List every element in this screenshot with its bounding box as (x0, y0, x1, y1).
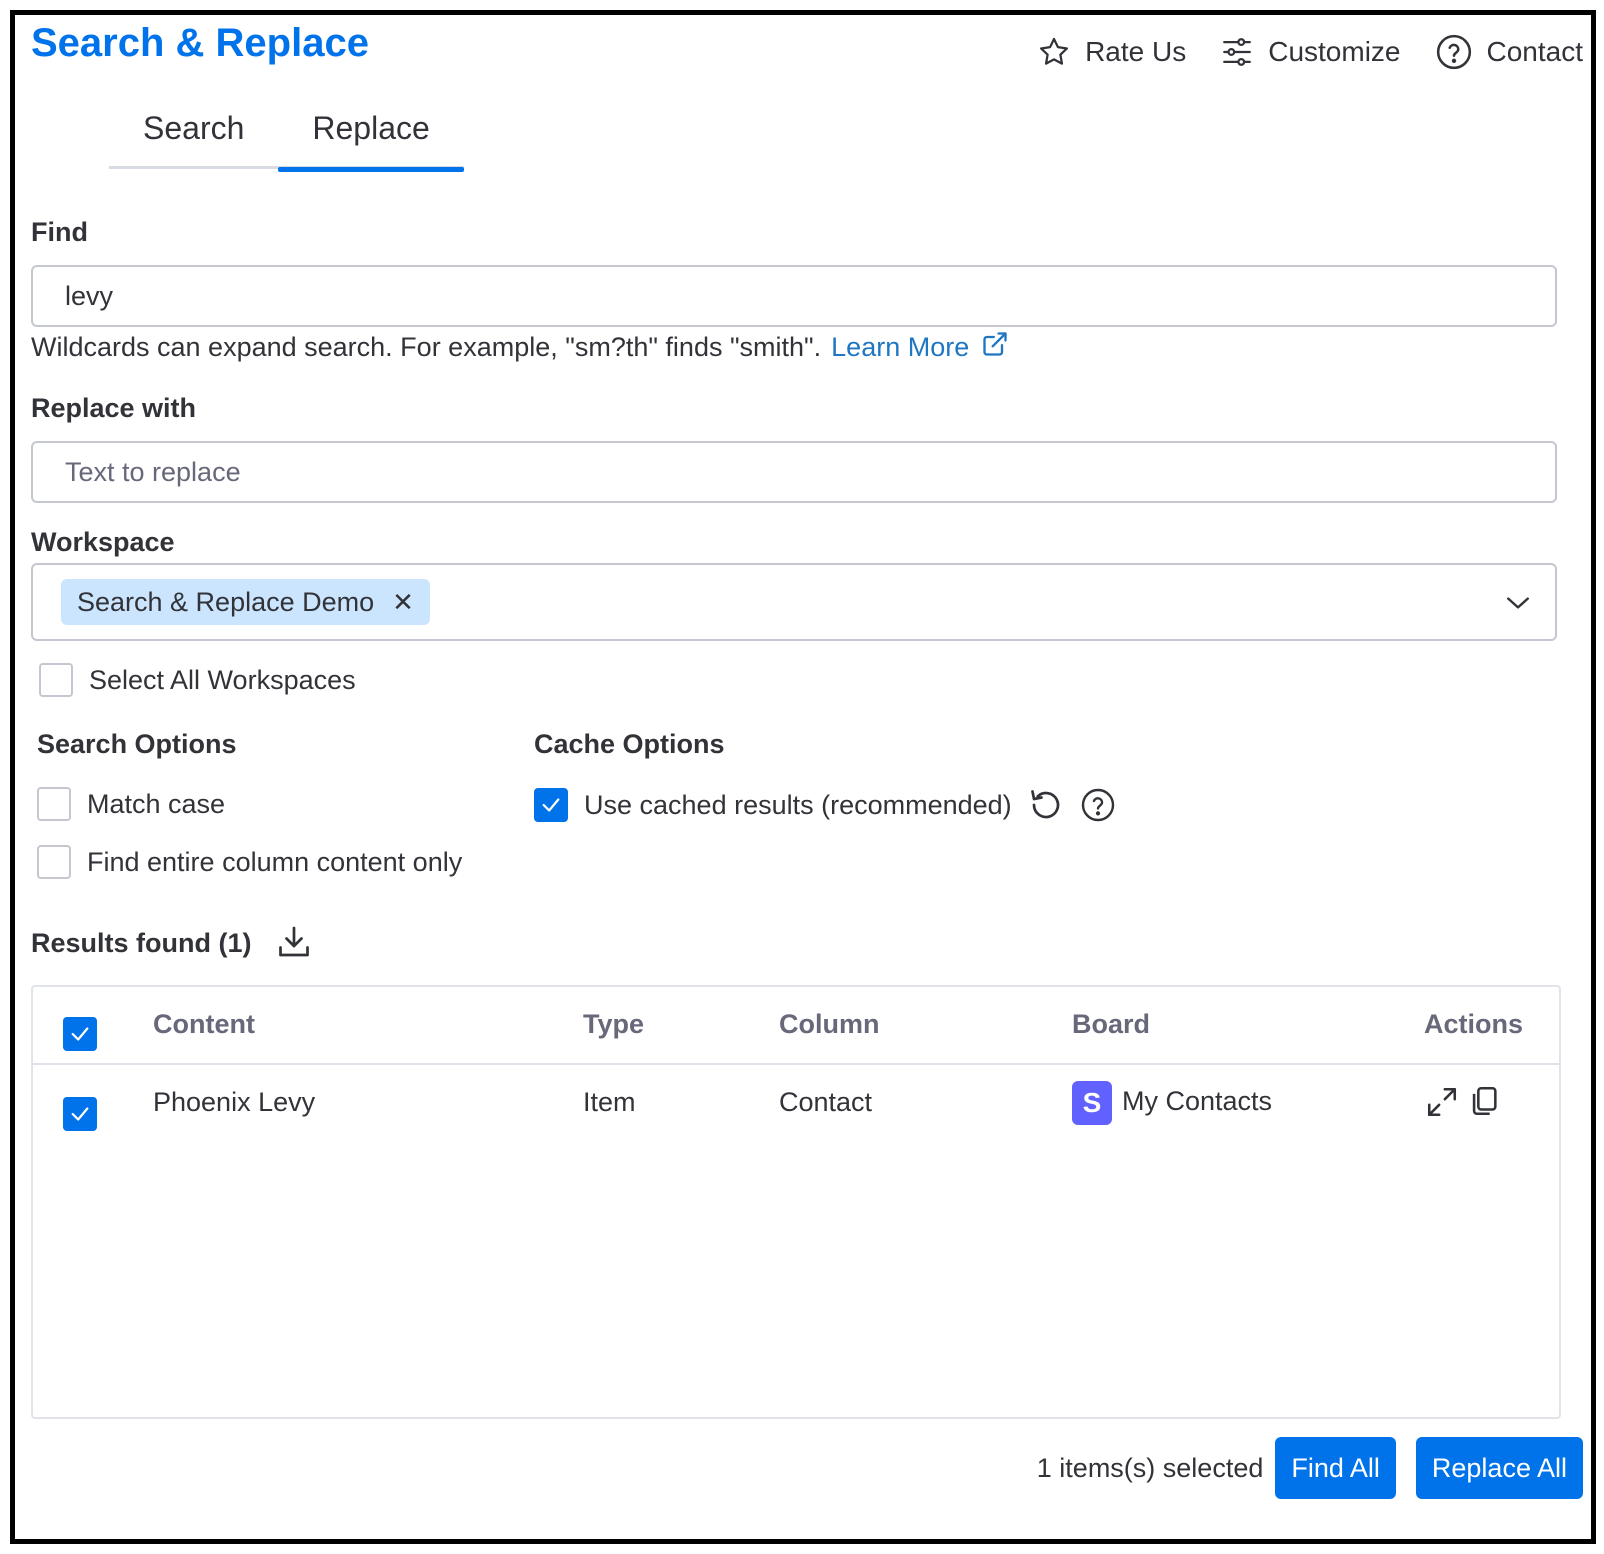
use-cached-checkbox[interactable] (534, 788, 568, 822)
replace-input[interactable] (31, 441, 1557, 503)
rate-us-link[interactable]: Rate Us (1037, 35, 1186, 69)
find-hint-text: Wildcards can expand search. For example… (31, 332, 822, 362)
learn-more-label: Learn More (831, 332, 970, 362)
replace-label: Replace with (31, 393, 197, 423)
cell-board[interactable]: S My Contacts (1072, 1081, 1272, 1125)
app-title: Search & Replace (31, 21, 369, 65)
cell-type: Item (583, 1087, 636, 1117)
row-checkbox[interactable] (63, 1097, 97, 1131)
find-all-button[interactable]: Find All (1275, 1437, 1396, 1499)
download-icon[interactable] (276, 925, 312, 961)
select-all-results-checkbox[interactable] (63, 1017, 97, 1051)
expand-icon[interactable] (1425, 1085, 1459, 1119)
copy-icon[interactable] (1467, 1083, 1501, 1119)
column-header-board[interactable]: Board (1072, 1009, 1150, 1040)
remove-chip-icon[interactable]: ✕ (392, 587, 414, 618)
tab-search[interactable]: Search (109, 105, 278, 169)
help-circle-icon[interactable] (1080, 787, 1116, 823)
match-case-option[interactable]: Match case (37, 787, 225, 821)
entire-column-option[interactable]: Find entire column content only (37, 845, 462, 879)
select-all-label: Select All Workspaces (89, 664, 356, 695)
star-icon (1037, 35, 1071, 69)
find-label: Find (31, 217, 88, 247)
replace-all-button[interactable]: Replace All (1415, 1437, 1583, 1499)
workspace-label: Workspace (31, 527, 175, 557)
customize-link[interactable]: Customize (1220, 35, 1401, 69)
column-header-column[interactable]: Column (779, 1009, 880, 1040)
board-name: My Contacts (1122, 1086, 1273, 1117)
results-header: Results found (1) (31, 925, 312, 961)
select-all-checkbox[interactable] (39, 663, 73, 697)
tab-bar: Search Replace (109, 105, 465, 172)
column-header-content[interactable]: Content (153, 1009, 255, 1040)
sliders-icon (1220, 35, 1254, 69)
selection-count: 1 items(s) selected (1036, 1452, 1264, 1483)
column-header-type[interactable]: Type (583, 1009, 644, 1040)
results-table: Content Type Column Board Actions Phoeni… (31, 985, 1561, 1419)
table-header-divider (33, 1063, 1559, 1065)
select-all-workspaces[interactable]: Select All Workspaces (39, 663, 356, 697)
use-cached-option[interactable]: Use cached results (recommended) (534, 787, 1116, 823)
rate-us-label: Rate Us (1085, 36, 1187, 67)
tab-replace[interactable]: Replace (278, 105, 465, 172)
find-hint: Wildcards can expand search. For example… (31, 330, 1009, 365)
results-title: Results found (1) (31, 927, 252, 958)
top-navigation: Rate Us Customize Contact (1037, 33, 1583, 71)
app-window: Search & Replace Rate Us Customize Conta… (10, 10, 1596, 1544)
learn-more-link[interactable]: Learn More (831, 330, 1009, 365)
use-cached-label: Use cached results (recommended) (584, 789, 1012, 820)
contact-label: Contact (1486, 36, 1584, 67)
find-input[interactable] (31, 265, 1557, 327)
workspace-select[interactable]: Search & Replace Demo ✕ (31, 563, 1557, 641)
customize-label: Customize (1268, 36, 1401, 67)
workspace-chip-label: Search & Replace Demo (77, 586, 375, 617)
workspace-chip: Search & Replace Demo ✕ (61, 579, 430, 625)
footer-bar: 1 items(s) selected Find All Replace All (1037, 1437, 1583, 1499)
chevron-down-icon[interactable] (1505, 593, 1531, 618)
entire-column-label: Find entire column content only (87, 846, 463, 877)
board-badge: S (1072, 1081, 1112, 1125)
cell-content: Phoenix Levy (153, 1087, 316, 1117)
match-case-checkbox[interactable] (37, 787, 71, 821)
cell-column: Contact (779, 1087, 873, 1117)
match-case-label: Match case (87, 788, 226, 819)
cache-options-title: Cache Options (534, 729, 725, 759)
column-header-actions: Actions (1424, 1009, 1524, 1039)
entire-column-checkbox[interactable] (37, 845, 71, 879)
contact-link[interactable]: Contact (1435, 33, 1584, 71)
search-options-title: Search Options (37, 729, 237, 759)
external-link-icon (981, 330, 1009, 365)
help-circle-icon (1435, 33, 1473, 71)
refresh-icon[interactable] (1028, 787, 1064, 823)
